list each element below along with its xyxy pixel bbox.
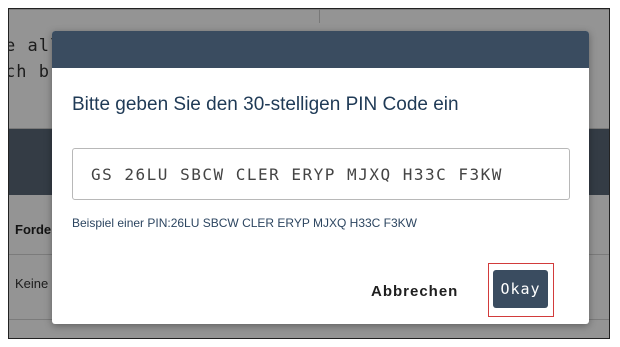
pin-example-hint: Beispiel einer PIN:26LU SBCW CLER ERYP M… <box>72 216 418 230</box>
cancel-button[interactable]: Abbrechen <box>365 276 464 306</box>
dialog-header <box>52 31 589 68</box>
pin-dialog: Bitte geben Sie den 30-stelligen PIN Cod… <box>52 31 589 324</box>
okay-button[interactable]: Okay <box>493 270 548 308</box>
dialog-title: Bitte geben Sie den 30-stelligen PIN Cod… <box>72 94 459 115</box>
screenshot-frame: e all ch b Forde Keine Bitte geben Sie d… <box>8 8 610 339</box>
highlight-box: Okay <box>488 263 554 317</box>
pin-input[interactable] <box>72 148 570 200</box>
